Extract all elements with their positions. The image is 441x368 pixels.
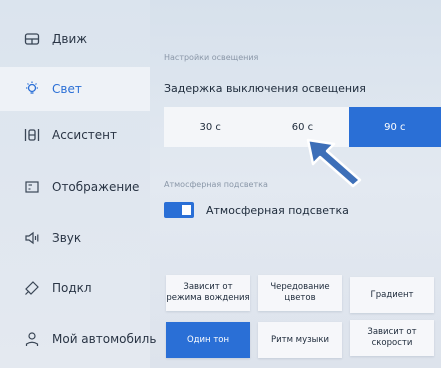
section-title-lighting: Настройки освещения <box>164 53 259 62</box>
ambient-toggle-switch[interactable] <box>164 202 194 218</box>
user-icon <box>24 331 40 347</box>
speaker-icon <box>24 230 40 246</box>
steering-wheel-icon <box>24 31 40 47</box>
sidebar-item-connect[interactable]: Подкл <box>0 266 150 310</box>
mode-single-tone-button[interactable]: Один тон <box>166 322 250 358</box>
light-bulb-icon <box>24 81 40 97</box>
sidebar-item-label: Свет <box>52 82 82 96</box>
sidebar-item-label: Ассистент <box>52 128 118 142</box>
sidebar-item-label: Движ <box>52 32 88 46</box>
section-title-ambient: Атмосферная подсветка <box>164 180 268 189</box>
mode-gradient-button[interactable]: Градиент <box>350 277 434 313</box>
assistant-icon <box>24 127 40 143</box>
delay-option-30[interactable]: 30 с <box>164 107 256 147</box>
sidebar-item-light[interactable]: Свет <box>0 67 150 111</box>
sidebar-item-display[interactable]: Отображение <box>0 165 150 209</box>
mode-music-rhythm-button[interactable]: Ритм музыки <box>258 322 342 358</box>
pointer-arrow-icon <box>306 138 362 188</box>
ambient-toggle-row: Атмосферная подсветка <box>164 200 349 220</box>
delay-heading: Задержка выключения освещения <box>164 82 366 95</box>
sidebar-item-drive[interactable]: Движ <box>0 17 150 61</box>
sidebar-item-my-car[interactable]: Мой автомобиль <box>0 317 156 361</box>
delay-segmented-control: 30 с 60 с 90 с <box>164 107 441 147</box>
sidebar-item-label: Звук <box>52 231 82 245</box>
sidebar-item-assistant[interactable]: Ассистент <box>0 113 150 157</box>
sidebar-item-label: Отображение <box>52 180 140 194</box>
ambient-toggle-label: Атмосферная подсветка <box>206 203 349 217</box>
link-icon <box>24 280 40 296</box>
sidebar-item-sound[interactable]: Звук <box>0 216 150 260</box>
sidebar-item-label: Мой автомобиль <box>52 332 157 346</box>
display-icon <box>24 179 40 195</box>
toggle-knob <box>182 205 191 215</box>
sidebar-item-label: Подкл <box>52 281 92 295</box>
light-settings-panel: Настройки освещения Задержка выключения … <box>150 0 441 368</box>
mode-color-cycle-button[interactable]: Чередование цветов <box>258 275 342 311</box>
mode-speed-button[interactable]: Зависит от скорости <box>350 320 434 356</box>
mode-drive-mode-button[interactable]: Зависит от режима вождения <box>166 275 250 311</box>
sidebar: Движ Свет Ассистент Отображение Звук Под… <box>0 0 156 368</box>
